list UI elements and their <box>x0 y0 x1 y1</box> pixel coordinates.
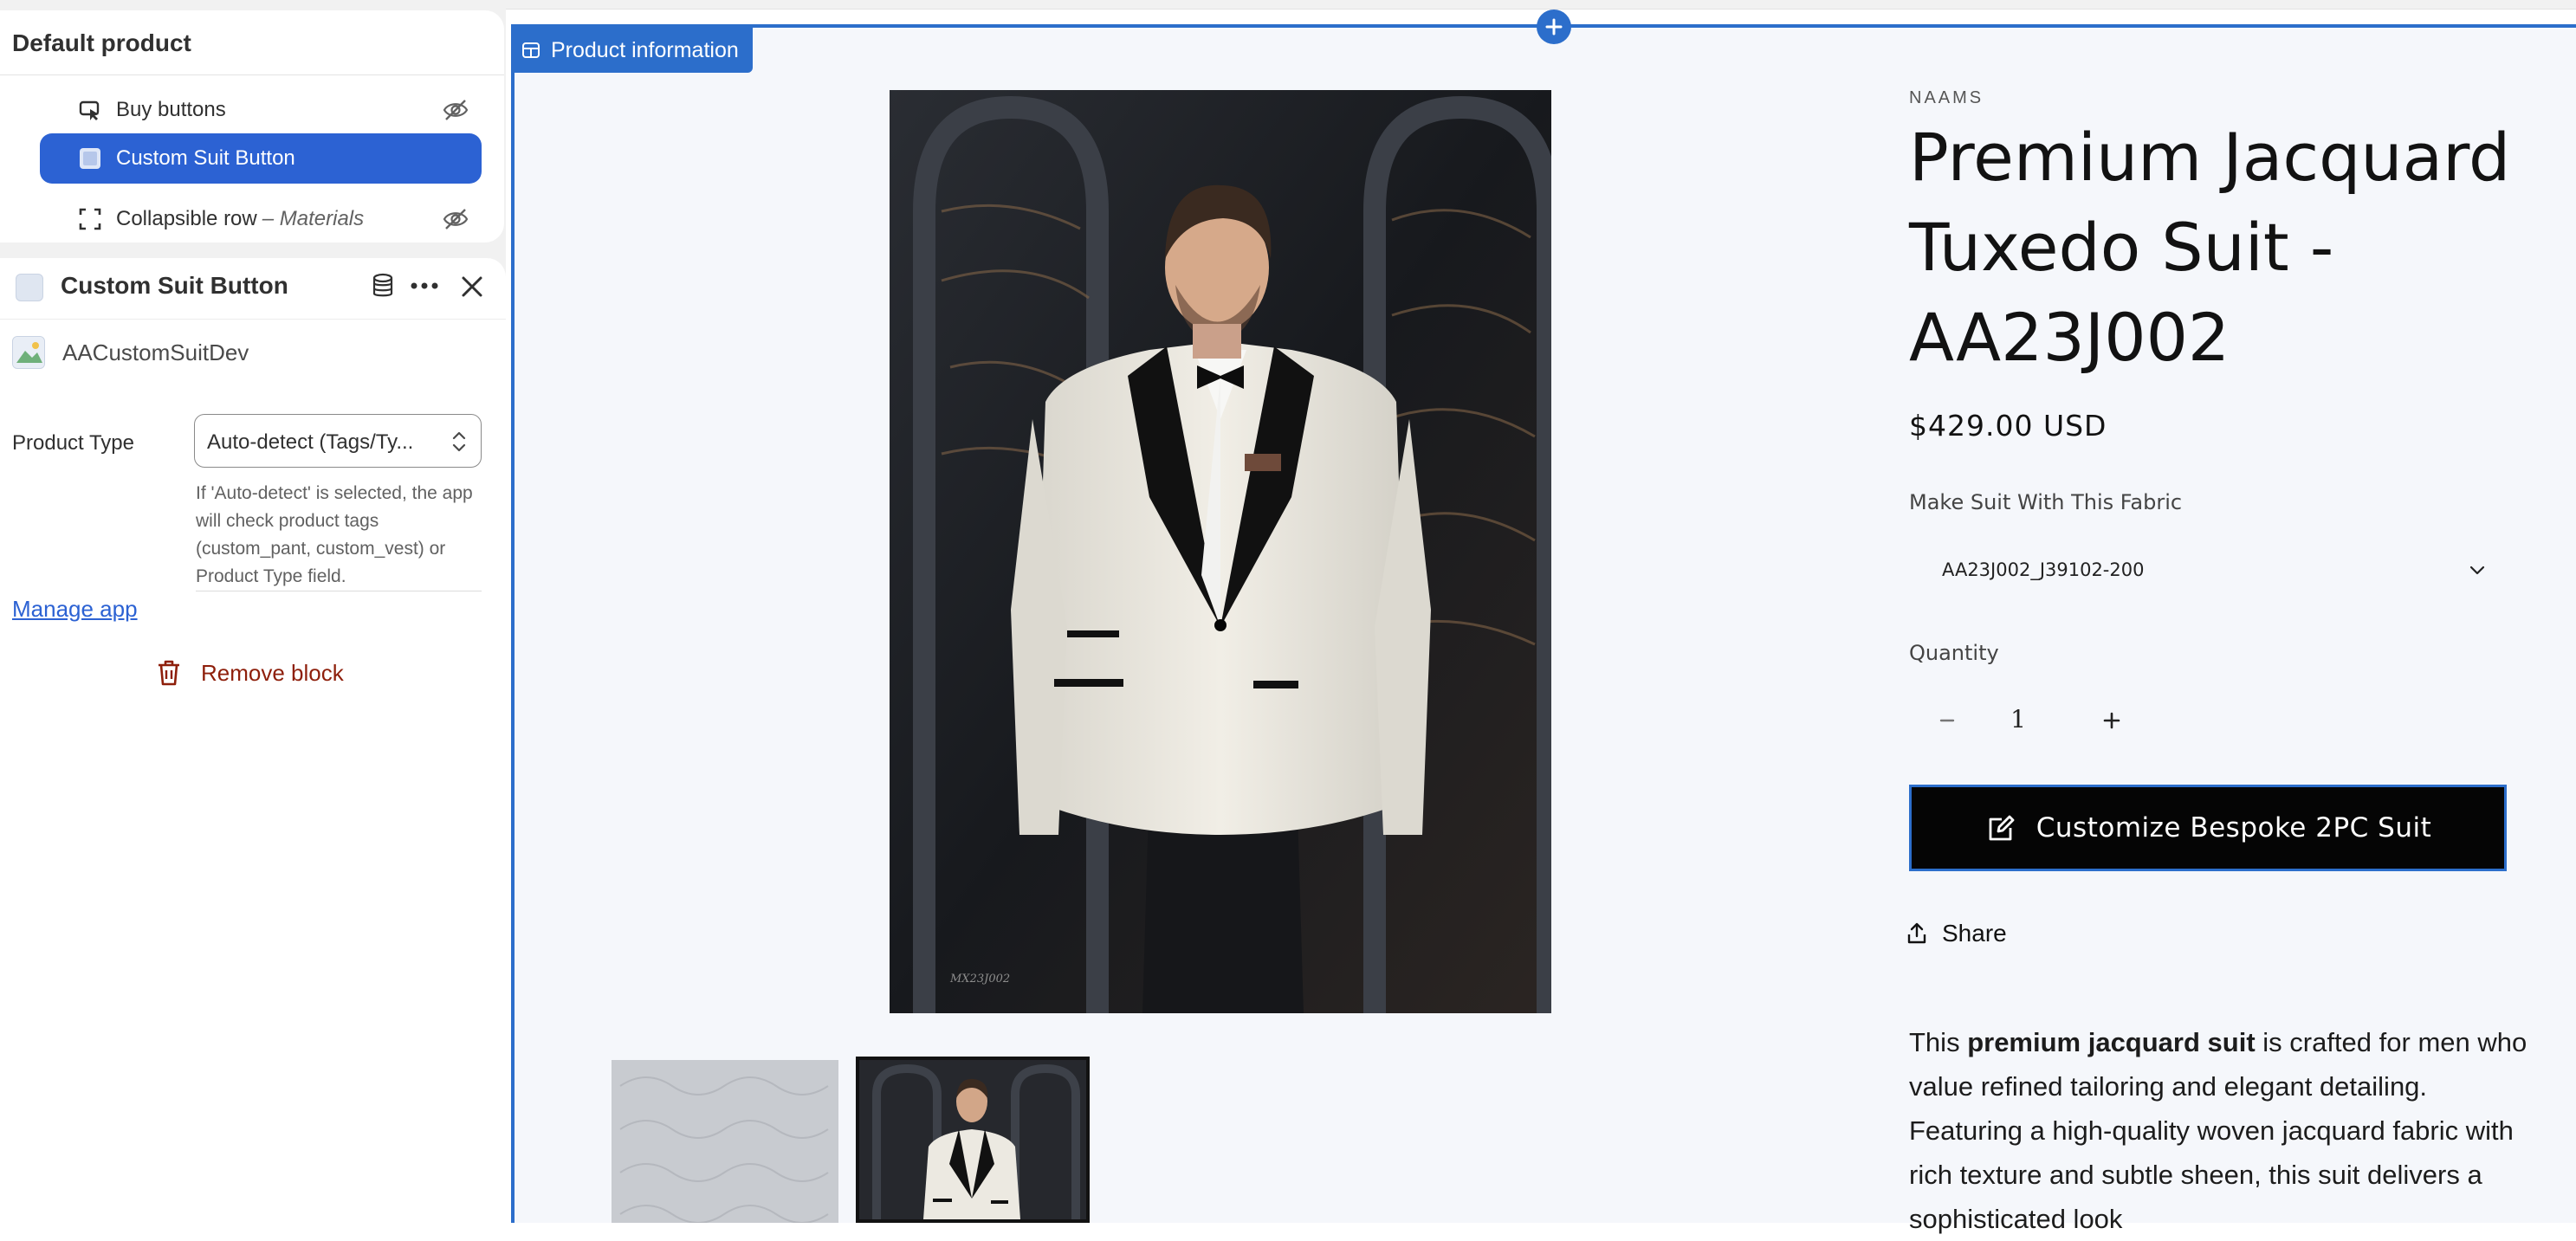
description-bold: premium jacquard suit <box>1967 1027 2256 1057</box>
share-label: Share <box>1942 920 2007 947</box>
quantity-decrease-icon[interactable] <box>1930 703 1964 738</box>
collapsible-frame-icon <box>78 207 102 231</box>
app-block-icon <box>78 146 102 171</box>
tree-item-sublabel: – Materials <box>262 207 365 230</box>
section-layout-icon <box>521 41 540 60</box>
app-name: AACustomSuitDev <box>62 339 249 365</box>
tree-item-label: Buy buttons <box>116 98 226 121</box>
select-chevron-icon <box>450 427 469 456</box>
product-type-label: Product Type <box>12 431 134 455</box>
customize-suit-label: Customize Bespoke 2PC Suit <box>2036 812 2432 843</box>
photo-watermark: MX23J002 <box>949 973 1010 986</box>
block-title: Custom Suit Button <box>61 272 288 299</box>
chevron-down-icon <box>2467 559 2488 580</box>
product-price: $429.00 USD <box>1909 409 2107 443</box>
tree-title: Default product <box>12 29 191 56</box>
product-thumbnail-fabric[interactable] <box>612 1060 838 1223</box>
block-tree: Default product Buy buttons Custom Suit … <box>0 10 504 242</box>
hidden-eye-icon[interactable] <box>442 206 469 232</box>
product-vendor: NAAMS <box>1909 88 1984 107</box>
block-header: Custom Suit Button <box>0 258 506 313</box>
product-type-value: Auto-detect (Tags/Ty... <box>207 430 414 454</box>
fabric-select-value: AA23J002_J39102-200 <box>1942 559 2145 580</box>
customize-suit-button[interactable]: Customize Bespoke 2PC Suit <box>1909 785 2507 871</box>
product-thumbnail-model[interactable] <box>856 1057 1090 1223</box>
app-source: AACustomSuitDev <box>12 336 249 369</box>
tree-item-custom-suit-button[interactable]: Custom Suit Button <box>40 133 482 184</box>
block-thumbnail-icon <box>16 274 43 301</box>
section-tag-label: Product information <box>551 37 739 62</box>
tree-item-buy-buttons[interactable]: Buy buttons <box>40 85 482 135</box>
description-text: This <box>1909 1027 1968 1057</box>
share-button[interactable]: Share <box>1906 920 2007 947</box>
product-main-image[interactable]: MX23J002 <box>890 90 1551 1013</box>
product-type-help: If 'Auto-detect' is selected, the app wi… <box>196 483 473 586</box>
more-options-icon[interactable] <box>407 272 442 300</box>
manage-app-link[interactable]: Manage app <box>12 596 138 623</box>
block-settings: Custom Suit Button AACustomSuitDev Produ… <box>0 258 506 1223</box>
divider <box>0 319 506 320</box>
quantity-increase-icon[interactable] <box>2094 703 2129 738</box>
product-description: This premium jacquard suit is crafted fo… <box>1909 1020 2533 1241</box>
hidden-eye-icon[interactable] <box>442 97 469 123</box>
cursor-click-icon <box>78 98 102 122</box>
description-text: is crafted for men who value refined tai… <box>1909 1027 2527 1234</box>
close-icon[interactable] <box>457 272 487 301</box>
remove-block-label: Remove block <box>201 659 344 686</box>
quantity-label: Quantity <box>1909 641 1999 665</box>
tree-item-label: Custom Suit Button <box>116 146 295 170</box>
product-title: Premium Jacquard Tuxedo Suit - AA23J002 <box>1909 119 2511 376</box>
edit-pencil-icon <box>1984 811 2019 845</box>
tree-item-collapsible-row[interactable]: Collapsible row – Materials <box>40 194 482 244</box>
product-type-select[interactable]: Auto-detect (Tags/Ty... <box>194 414 482 468</box>
quantity-input[interactable]: 1 <box>2001 705 2036 734</box>
editor-sidebar: Default product Buy buttons Custom Suit … <box>0 9 506 1223</box>
share-icon <box>1906 922 1928 945</box>
app-logo-icon <box>12 336 45 369</box>
quantity-stepper: 1 <box>1909 689 2126 750</box>
remove-block-button[interactable]: Remove block <box>156 658 344 688</box>
fabric-select-label: Make Suit With This Fabric <box>1909 490 2183 514</box>
database-icon[interactable] <box>369 272 397 300</box>
section-tag[interactable]: Product information <box>511 28 753 73</box>
add-section-plus-icon[interactable] <box>1537 10 1571 44</box>
divider <box>0 74 504 75</box>
trash-icon <box>156 658 182 688</box>
fabric-select[interactable]: AA23J002_J39102-200 <box>1909 540 2488 601</box>
tree-item-label: Collapsible row <box>116 207 257 230</box>
